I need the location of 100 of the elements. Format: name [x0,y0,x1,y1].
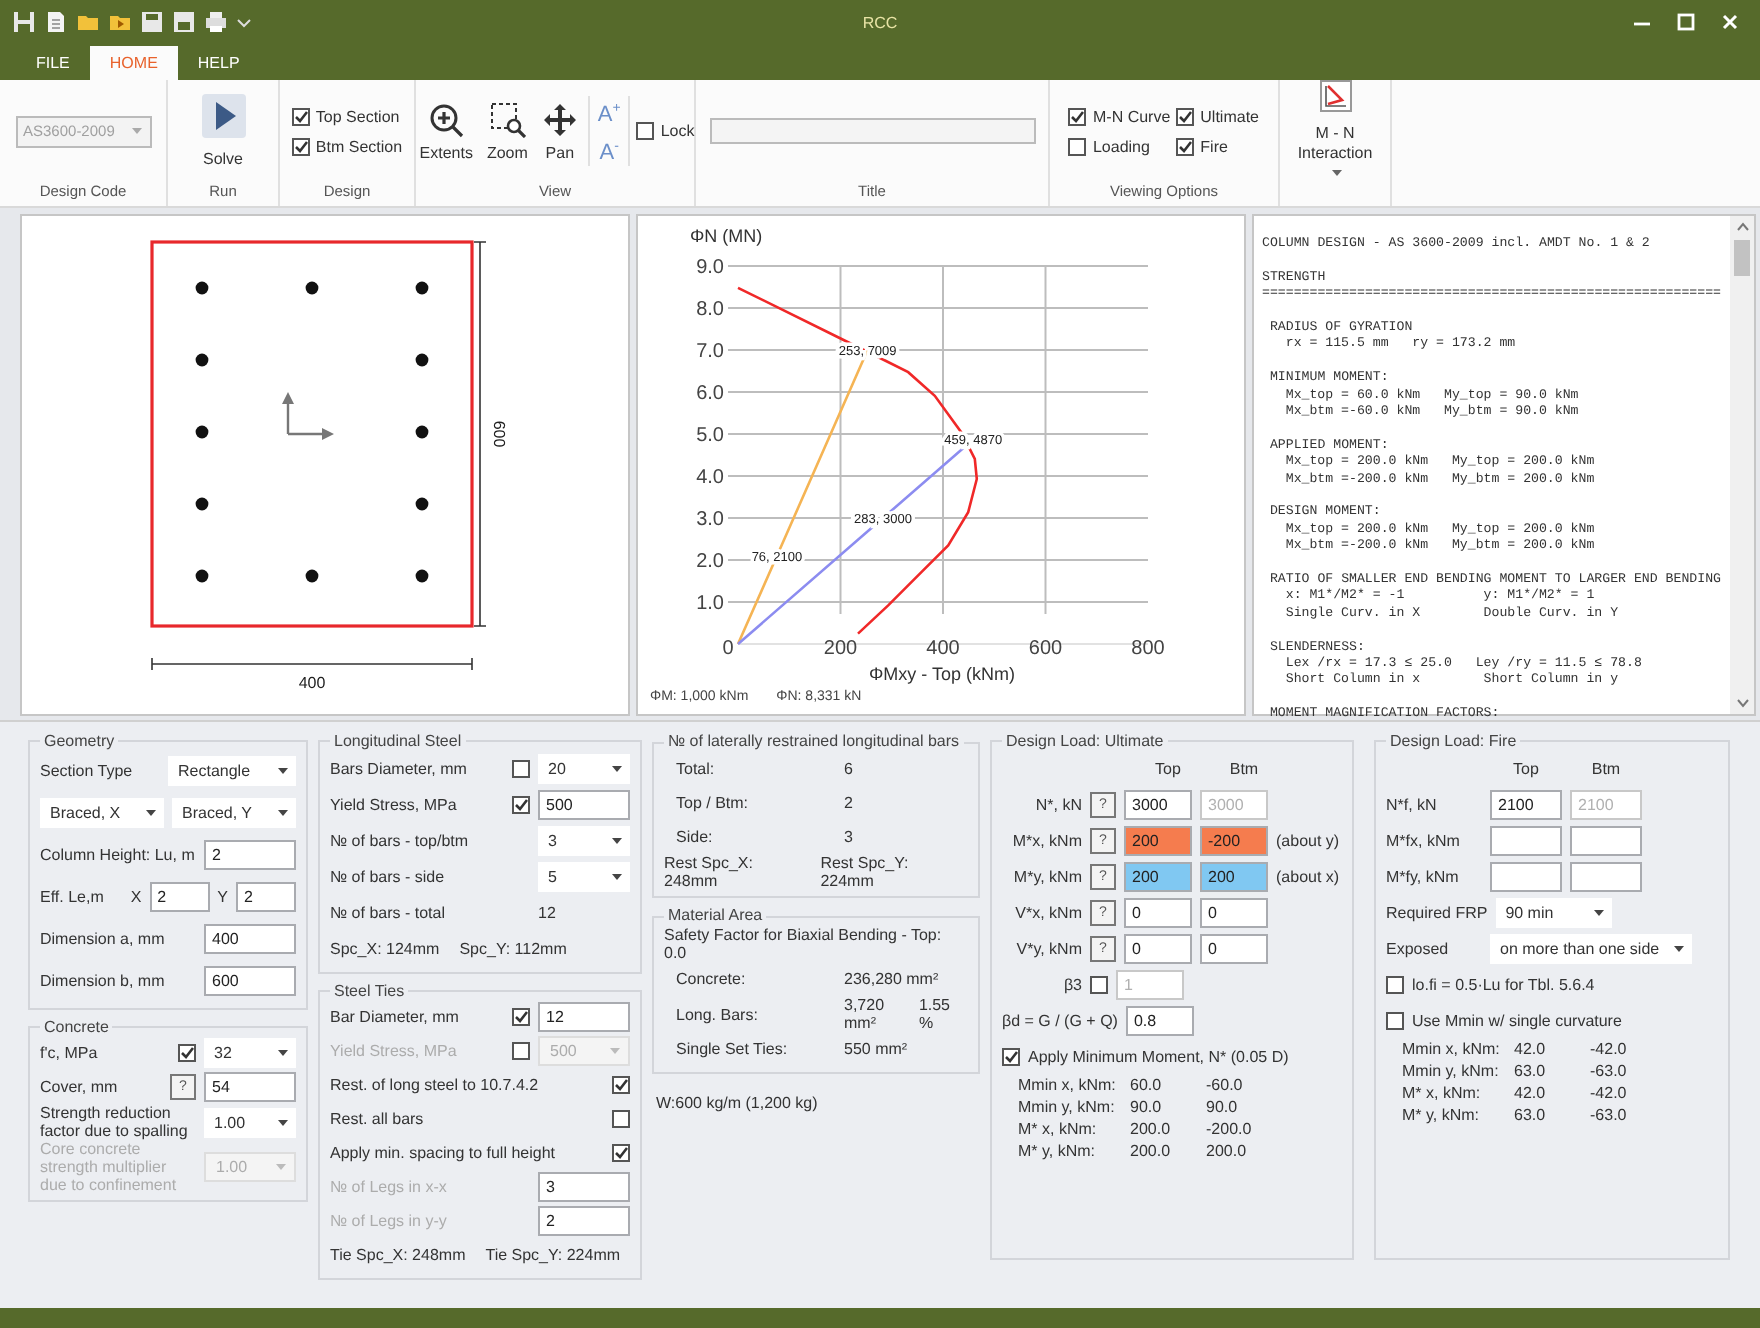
dropdown[interactable]: 5 [538,861,630,891]
value-text: 60.0 [1130,1076,1164,1094]
input-field[interactable]: -200 [1200,825,1268,855]
checkbox[interactable] [1176,137,1195,155]
checkbox[interactable] [612,1076,630,1094]
dropdown[interactable]: 1.00 [204,1107,296,1137]
floppy-icon[interactable] [172,10,196,34]
input-field[interactable]: 2 [149,882,210,912]
checkbox[interactable] [1068,107,1087,125]
value-text: 200.0 [1130,1120,1173,1138]
dropdown[interactable]: Braced, Y [172,798,296,828]
chevron-down-icon[interactable] [236,14,252,30]
input-field[interactable]: 0 [1200,933,1268,963]
scroll-up-icon[interactable] [1735,222,1749,232]
ribbon-button[interactable]: M - N Interaction [1290,80,1380,184]
menu-tab[interactable]: HELP [177,46,260,80]
input-field[interactable]: 2 [204,840,296,870]
view-tool-button[interactable]: Extents [415,101,477,161]
input-field[interactable] [1570,861,1642,891]
group-title: № of laterally restrained longitudinal bars [666,732,962,752]
scrollbar[interactable] [1730,216,1754,714]
input-field[interactable] [1490,861,1562,891]
checkbox[interactable] [512,795,530,813]
checkbox[interactable] [1090,975,1108,993]
value-text: -63.0 [1590,1106,1629,1124]
axis-title: ΦMxy - Top (kNm) [869,664,1015,684]
column-header: Btm [1589,759,1623,777]
checkbox[interactable] [612,1110,630,1128]
value-text: Mmin y, kNm: [1400,1062,1501,1080]
input-field[interactable]: 2 [236,882,296,912]
checkbox[interactable] [291,137,310,155]
caret-icon [276,1117,290,1127]
document-icon[interactable] [44,10,68,34]
floppy-icon[interactable] [140,10,164,34]
checkbox-label: Ultimate [1200,107,1259,125]
value-text: M* x, kNm: [1400,1084,1483,1102]
close-icon[interactable] [1720,12,1740,32]
field-label: Eff. Le,m [40,888,106,906]
input-field[interactable]: 3000 [1124,789,1192,819]
ribbon-button[interactable]: Solve [178,93,268,169]
input-field[interactable]: 0.8 [1125,1005,1194,1035]
caret-icon [1591,907,1606,917]
maximize-icon[interactable] [1676,12,1696,32]
input-field[interactable]: 12 [538,1002,630,1032]
checkbox[interactable] [636,122,655,140]
field-label: Yield Stress, MPa [330,1042,459,1060]
scroll-down-icon[interactable] [1735,698,1749,708]
dropdown[interactable]: 20 [538,753,630,783]
rebar-dot [195,569,209,583]
dropdown[interactable]: on more than one side [1490,933,1692,963]
column-header: Btm [1227,759,1261,777]
input-field[interactable]: 600 [204,966,296,996]
caret-icon [610,871,624,881]
input-field[interactable]: 0 [1124,933,1192,963]
input-field[interactable]: 200 [1200,861,1268,891]
checkbox[interactable] [1176,107,1195,125]
caret-icon [610,763,624,773]
checkbox[interactable] [612,1144,630,1162]
field-label: N*f, kN [1386,795,1439,813]
input-field[interactable]: 0 [1124,897,1192,927]
input-field[interactable]: 400 [204,924,296,954]
field-label: Required FRP [1386,903,1488,921]
field-label: Bar Diameter, mm [330,1008,461,1026]
input-field[interactable]: 0 [1200,897,1268,927]
input-field[interactable]: 200 [1124,861,1192,891]
view-tool-button[interactable]: Pan [537,101,582,161]
input-field[interactable]: 54 [204,1072,296,1102]
checkbox[interactable] [1386,975,1404,993]
axis-tick-label: 400 [926,638,960,660]
folder-icon[interactable] [108,10,132,34]
field-label: N*, kN [1033,795,1082,813]
checkbox[interactable] [291,107,310,125]
axis-tick-label: 1.0 [696,593,724,615]
scroll-thumb[interactable] [1734,240,1750,276]
folder-icon[interactable] [76,10,100,34]
view-tool-button[interactable]: Zoom [482,101,532,161]
checkbox[interactable] [512,1008,530,1026]
input-field[interactable]: 200 [1124,825,1192,855]
field-label: Column Height: Lu, m [40,846,196,864]
printer-icon[interactable] [204,10,228,34]
dropdown[interactable]: Rectangle [168,756,296,786]
input-field[interactable]: 2100 [1490,789,1562,819]
checkbox[interactable] [178,1044,196,1062]
dropdown[interactable]: 32 [204,1038,296,1068]
input-field[interactable] [1490,825,1562,855]
checkbox[interactable] [1068,137,1087,155]
value-text: Rest Spc_X: 248mm [664,854,755,890]
field-label: № of bars - top/btm [330,831,471,849]
dropdown[interactable]: 90 min [1495,897,1612,927]
input-field[interactable]: 500 [538,789,630,819]
field-label: Yield Stress, MPa [330,795,459,813]
checkbox[interactable] [1002,1047,1020,1065]
checkbox[interactable] [512,759,530,777]
checkbox[interactable] [1386,1011,1404,1029]
title-field[interactable] [709,118,1035,144]
menu-tab[interactable]: FILE [16,46,90,80]
dropdown[interactable]: 3 [538,825,630,855]
dropdown[interactable]: Braced, X [40,798,164,828]
group-title: Design Load: Fire [1388,732,1519,750]
input-field[interactable] [1570,825,1642,855]
